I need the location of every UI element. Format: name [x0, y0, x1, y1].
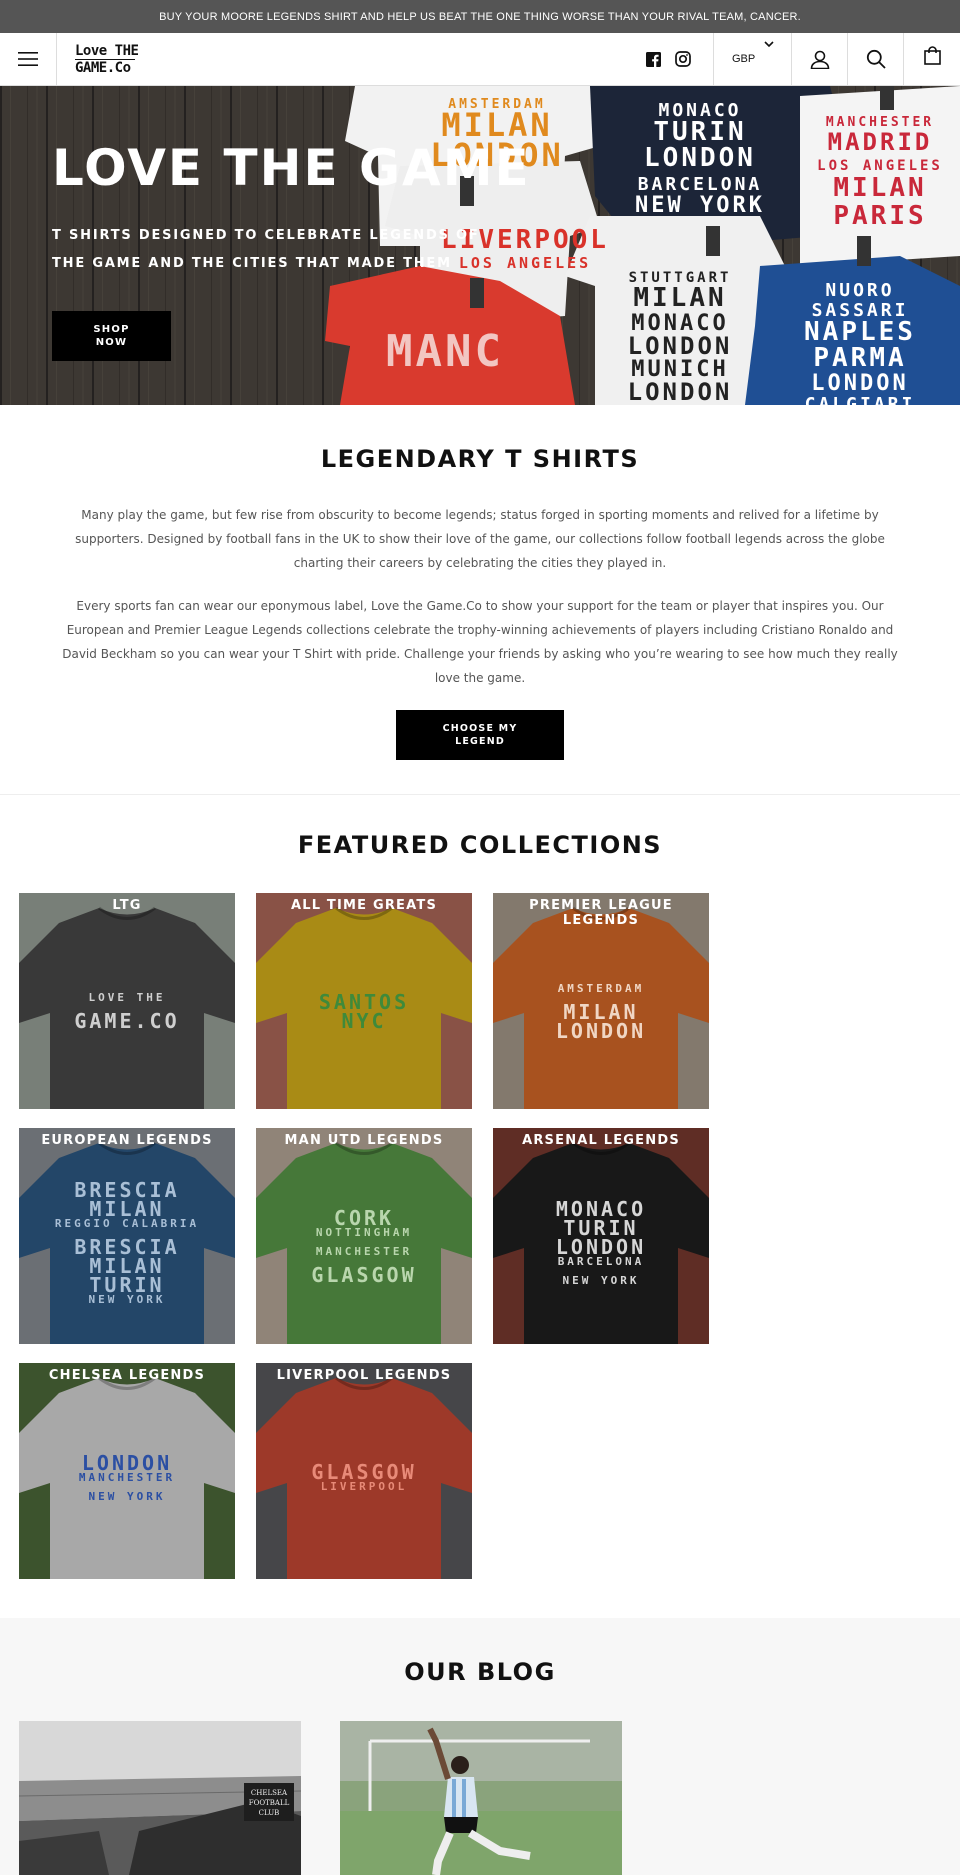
collection-print-text: LIVERPOOL: [320, 1480, 408, 1493]
hero-shirt-print: LONDON: [628, 378, 733, 405]
collections-grid: LOVE THE GAME.CO LTG SANTOS NYC ALL TIME GREA…: [0, 893, 960, 1583]
collection-print-text: TURIN: [89, 1272, 165, 1297]
collection-print-text: NEW YORK: [562, 1273, 640, 1287]
collection-tile[interactable]: LOVE THE GAME.CO LTG: [19, 893, 235, 1109]
hero-shirt-print: NUORO: [825, 280, 894, 301]
hero-shirt-print: CALGIARI: [805, 394, 916, 405]
collection-tile[interactable]: GLASGOW LIVERPOOL LIVERPOOL LEGENDS: [256, 1363, 472, 1579]
collection-tile[interactable]: BRESCIA MILAN REGGIO CALABRIA BRESCIA MILAN T…: [19, 1128, 235, 1344]
collection-label: EUROPEAN LEGENDS: [41, 1133, 213, 1148]
chevron-down-icon: [764, 41, 774, 48]
collection-print-text: LONDON: [81, 1450, 173, 1475]
search-icon: [866, 49, 886, 69]
hero-shirt-print: LONDON: [644, 143, 756, 173]
hero-text-block: LOVE THE GAME T SHIRTS DESIGNED TO CELEB…: [52, 138, 531, 278]
logo-line-1: Love THE: [75, 42, 139, 59]
collection-tile[interactable]: MONACO TURIN LONDON BARCELONA NEW YORK ARSENA…: [493, 1128, 709, 1344]
menu-button[interactable]: [0, 33, 57, 85]
collection-print-text: MILAN: [89, 1196, 165, 1221]
hero-shirt-print: PARMA: [813, 343, 906, 373]
intro-paragraph-1: Many play the game, but few rise from ob…: [75, 508, 885, 570]
blog-section: OUR BLOG CHELSEA FOOTBALL CLUB: [0, 1618, 960, 1875]
choose-legend-button[interactable]: CHOOSE MY LEGEND: [396, 710, 564, 760]
hero-shirt-print: LONDON: [628, 332, 733, 360]
hero-shirt-print: LONDON: [811, 371, 908, 396]
account-button[interactable]: [792, 33, 848, 85]
blog-image-stadium: CHELSEA FOOTBALL CLUB: [19, 1721, 301, 1875]
collection-tile[interactable]: CORK NOTTINGHAM MANCHESTER GLASGOW MAN UTD L…: [256, 1128, 472, 1344]
hero-shirt-print: BARCELONA: [638, 174, 763, 195]
social-links: [646, 33, 713, 85]
collection-print-text: CORK: [333, 1206, 395, 1230]
hero-shirt-print: MILAN: [633, 283, 726, 313]
collection-tile[interactable]: LONDON MANCHESTER NEW YORK CHELSEA LEGENDS: [19, 1363, 235, 1579]
collection-label: PREMIER LEAGUE LEGENDS: [529, 898, 673, 928]
collection-print-text: NEW YORK: [88, 1489, 166, 1503]
hero-shirt-print: MANC: [386, 326, 504, 377]
intro-paragraph-2: Every sports fan can wear our eponymous …: [62, 599, 898, 685]
hero-banner: AMSTERDAM MILAN LONDON MONACO TURIN LONDON BAR…: [0, 86, 960, 405]
collection-label: LIVERPOOL LEGENDS: [276, 1368, 452, 1383]
hero-title: LOVE THE GAME: [52, 139, 531, 197]
stadium-sign-line-2: FOOTBALL: [249, 1799, 290, 1807]
currency-selector[interactable]: GBP: [713, 33, 792, 85]
blog-card-player[interactable]: [340, 1721, 622, 1875]
announcement-bar: BUY YOUR MOORE LEGENDS SHIRT AND HELP US…: [0, 0, 960, 33]
blog-card-stadium[interactable]: CHELSEA FOOTBALL CLUB: [19, 1721, 301, 1875]
stadium-sign-line-3: CLUB: [259, 1809, 280, 1817]
collection-label: ARSENAL LEGENDS: [522, 1133, 680, 1148]
collection-print-text: GLASGOW: [311, 1460, 417, 1484]
menu-icon: [18, 52, 38, 66]
collection-print-text: NYC: [341, 1009, 387, 1033]
collection-label: MAN UTD LEGENDS: [284, 1133, 444, 1148]
collection-print-text: MANCHESTER: [78, 1470, 176, 1484]
blog-title: OUR BLOG: [404, 1658, 556, 1686]
bag-icon: [923, 45, 941, 65]
cart-button[interactable]: [904, 33, 960, 85]
collection-print-text: LONDON: [555, 1018, 647, 1043]
announcement-text: BUY YOUR MOORE LEGENDS SHIRT AND HELP US…: [159, 10, 801, 23]
collection-tile[interactable]: AMSTERDAM MILAN LONDON PREMIER LEAGUE LEGEN…: [493, 893, 709, 1109]
collection-print-text: NEW YORK: [88, 1292, 166, 1306]
collection-print-text: LONDON: [555, 1234, 647, 1259]
site-logo[interactable]: Love THE GAME.Co: [57, 33, 217, 85]
collection-print-text: BARCELONA: [557, 1254, 645, 1268]
intro-section: LEGENDARY T SHIRTS Many play the game, b…: [0, 405, 960, 795]
hero-shirt-print: PARIS: [833, 201, 926, 231]
collection-print-text: REGGIO CALABRIA: [54, 1216, 200, 1230]
site-header: Love THE GAME.Co GBP: [0, 33, 960, 86]
logo-line-2: GAME.Co: [75, 58, 135, 76]
collection-print-text: MANCHESTER: [315, 1245, 413, 1258]
facebook-icon[interactable]: [646, 51, 661, 67]
collection-print-text: NOTTINGHAM: [315, 1226, 413, 1239]
choose-legend-label: CHOOSE MY LEGEND: [442, 723, 518, 747]
collection-print-text: AMSTERDAM: [557, 981, 645, 995]
collection-label: LTG: [112, 898, 142, 913]
hero-subtitle: T SHIRTS DESIGNED TO CELEBRATE LEGENDS O…: [52, 228, 480, 271]
shop-now-label: SHOP NOW: [93, 324, 130, 348]
featured-title: FEATURED COLLECTIONS: [297, 831, 663, 859]
collection-print-text: GLASGOW: [311, 1263, 417, 1287]
instagram-icon[interactable]: [675, 51, 691, 67]
collection-label: CHELSEA LEGENDS: [48, 1368, 206, 1383]
collection-print-text: GAME.CO: [74, 1009, 180, 1033]
hero-shirt-print: NEW YORK: [635, 193, 765, 218]
account-icon: [810, 50, 829, 69]
search-button[interactable]: [848, 33, 904, 85]
collection-print-text: LOVE THE: [88, 991, 166, 1004]
featured-collections: FEATURED COLLECTIONS LOVE THE GAME.CO LTG S…: [0, 795, 960, 1618]
currency-value: GBP: [732, 53, 756, 65]
hero-shirt-print: LOS ANGELES: [817, 158, 943, 174]
hero-shirt-print: MADRID: [828, 128, 933, 156]
collection-tile[interactable]: SANTOS NYC ALL TIME GREATS: [256, 893, 472, 1109]
blog-image-player: [340, 1721, 622, 1875]
collection-label: ALL TIME GREATS: [290, 898, 438, 913]
stadium-sign-line-1: CHELSEA: [251, 1789, 288, 1797]
shop-now-button[interactable]: SHOP NOW: [52, 311, 171, 361]
intro-title: LEGENDARY T SHIRTS: [320, 445, 640, 473]
hero-shirt-print: MILAN: [833, 173, 926, 203]
